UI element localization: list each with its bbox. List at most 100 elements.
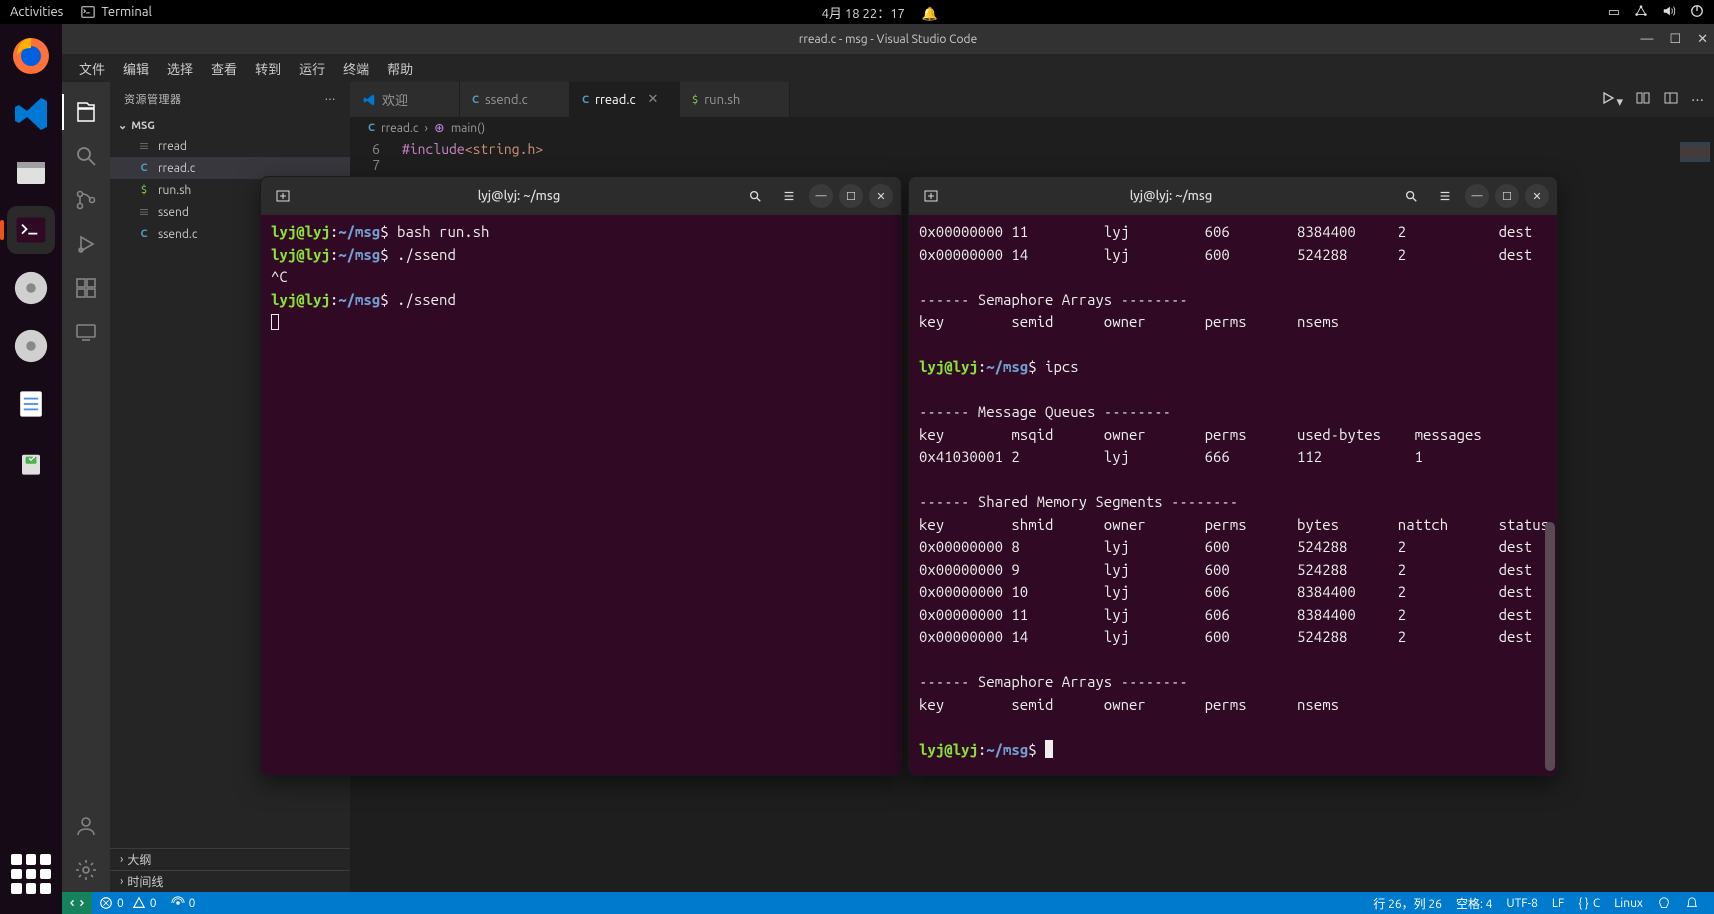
gnome-topbar: Activities Terminal 4月 18 22：17 🔔 ▭ — [0, 0, 1714, 24]
editor-tab[interactable]: $run.sh — [680, 82, 790, 117]
terminal-content[interactable]: lyj@lyj:~/msg$ bash run.sh lyj@lyj:~/msg… — [261, 215, 901, 775]
folder-header[interactable]: ⌄ MSG — [110, 116, 350, 135]
dock-trash[interactable] — [7, 438, 55, 486]
dock-vscode[interactable] — [7, 90, 55, 138]
term-maximize[interactable]: ☐ — [1495, 184, 1519, 208]
file-name: ssend.c — [158, 228, 197, 241]
term-new-tab[interactable] — [917, 182, 945, 210]
vscode-titlebar: rread.c - msg - Visual Studio Code — ☐ ✕ — [62, 24, 1714, 54]
file-name: run.sh — [158, 184, 191, 197]
file-name: rread.c — [158, 162, 195, 175]
activity-bar — [62, 82, 110, 892]
window-minimize[interactable]: — — [1640, 32, 1653, 47]
status-cursor[interactable]: 行 26，列 26 — [1366, 895, 1449, 912]
term-new-tab[interactable] — [269, 182, 297, 210]
layout-icon[interactable] — [1663, 90, 1679, 109]
status-feedback-icon[interactable] — [1650, 895, 1678, 912]
menu-item[interactable]: 转到 — [246, 55, 290, 82]
run-icon[interactable]: ▾ — [1600, 90, 1623, 110]
notification-icon[interactable]: 🔔 — [922, 7, 938, 21]
activity-extensions[interactable] — [62, 266, 110, 310]
status-encoding[interactable]: UTF-8 — [1499, 895, 1544, 912]
app-menu[interactable]: Terminal — [81, 5, 152, 19]
menu-item[interactable]: 终端 — [334, 55, 378, 82]
term-minimize[interactable]: — — [809, 184, 833, 208]
activity-explorer[interactable] — [62, 90, 110, 134]
file-icon: C — [136, 228, 152, 240]
activity-debug[interactable] — [62, 222, 110, 266]
clock[interactable]: 4月 18 22：17 — [822, 7, 905, 21]
outline-section[interactable]: ›大纲 — [110, 848, 350, 870]
dock-notes[interactable] — [7, 380, 55, 428]
code-editor[interactable]: 6 #include <string.h> 7 — [350, 139, 1714, 175]
status-eol[interactable]: LF — [1545, 895, 1571, 912]
power-icon[interactable] — [1690, 4, 1704, 21]
terminal-scrollbar[interactable] — [1545, 217, 1555, 771]
volume-icon[interactable] — [1662, 4, 1676, 21]
term-close[interactable]: ✕ — [869, 184, 893, 208]
term-menu-icon[interactable] — [775, 182, 803, 210]
explorer-more-icon[interactable]: ⋯ — [325, 91, 337, 107]
term-menu-icon[interactable] — [1431, 182, 1459, 210]
terminal-content[interactable]: 0x00000000 11 lyj 606 8384400 2 dest 0x0… — [909, 215, 1557, 775]
status-bell-icon[interactable] — [1678, 895, 1706, 912]
remote-indicator[interactable] — [62, 892, 92, 914]
dock-firefox[interactable] — [7, 32, 55, 80]
vscode-menubar: 文件编辑选择查看转到运行终端帮助 — [62, 54, 1714, 82]
menu-item[interactable]: 帮助 — [378, 55, 422, 82]
activity-remote[interactable] — [62, 310, 110, 354]
menu-item[interactable]: 文件 — [70, 55, 114, 82]
statusbar: 0 0 0 行 26，列 26 空格: 4 UTF-8 LF { } C Lin… — [62, 892, 1714, 914]
menu-item[interactable]: 选择 — [158, 55, 202, 82]
editor-tab[interactable]: Crread.c✕ — [570, 82, 680, 117]
status-errors[interactable]: 0 0 — [92, 892, 164, 914]
term-titlebar: lyj@lyj: ~/msg — ☐ ✕ — [261, 177, 901, 215]
file-name: rread — [158, 140, 187, 153]
menu-item[interactable]: 查看 — [202, 55, 246, 82]
dock-files[interactable] — [7, 148, 55, 196]
status-os[interactable]: Linux — [1607, 895, 1650, 912]
more-icon[interactable]: ⋯ — [1691, 90, 1704, 109]
status-indent[interactable]: 空格: 4 — [1449, 895, 1499, 912]
dock-disc2[interactable] — [7, 322, 55, 370]
dock-terminal[interactable] — [7, 206, 55, 254]
window-maximize[interactable]: ☐ — [1669, 32, 1681, 47]
window-close[interactable]: ✕ — [1697, 32, 1708, 47]
timeline-section[interactable]: ›时间线 — [110, 870, 350, 892]
term-minimize[interactable]: — — [1465, 184, 1489, 208]
network-icon[interactable] — [1634, 4, 1648, 21]
dock-show-apps[interactable] — [11, 854, 51, 894]
file-icon: $ — [136, 184, 152, 196]
file-icon: ≡ — [136, 204, 152, 220]
menu-item[interactable]: 运行 — [290, 55, 334, 82]
file-icon: C — [136, 162, 152, 174]
activity-settings[interactable] — [62, 848, 110, 892]
activity-scm[interactable] — [62, 178, 110, 222]
terminal-window-right: lyj@lyj: ~/msg — ☐ ✕ 0x00000000 11 lyj 6… — [908, 176, 1558, 776]
term-titlebar: lyj@lyj: ~/msg — ☐ ✕ — [909, 177, 1557, 215]
activity-account[interactable] — [62, 804, 110, 848]
activities-button[interactable]: Activities — [10, 5, 63, 19]
menu-item[interactable]: 编辑 — [114, 55, 158, 82]
breadcrumb[interactable]: C rread.c › ⊕ main() — [350, 117, 1714, 139]
file-icon: ≡ — [136, 138, 152, 154]
status-ports[interactable]: 0 — [164, 892, 203, 914]
editor-tab[interactable]: Cssend.c — [460, 82, 570, 117]
file-name: ssend — [158, 206, 189, 219]
terminal-window-left: lyj@lyj: ~/msg — ☐ ✕ lyj@lyj:~/msg$ bash… — [260, 176, 902, 776]
ubuntu-dock — [0, 24, 62, 914]
close-icon[interactable]: ✕ — [648, 92, 659, 107]
activity-search[interactable] — [62, 134, 110, 178]
term-close[interactable]: ✕ — [1525, 184, 1549, 208]
split-icon[interactable] — [1635, 90, 1651, 109]
explorer-title: 资源管理器 — [124, 91, 182, 107]
minimap[interactable] — [1680, 142, 1710, 162]
status-lang[interactable]: { } C — [1571, 895, 1607, 912]
editor-tab[interactable]: 欢迎 — [350, 82, 460, 117]
term-search-icon[interactable] — [741, 182, 769, 210]
input-source-icon[interactable]: ▭ — [1608, 5, 1620, 20]
term-search-icon[interactable] — [1397, 182, 1425, 210]
file-tree-item[interactable]: ≡ rread — [110, 135, 350, 157]
term-maximize[interactable]: ☐ — [839, 184, 863, 208]
dock-disc1[interactable] — [7, 264, 55, 312]
